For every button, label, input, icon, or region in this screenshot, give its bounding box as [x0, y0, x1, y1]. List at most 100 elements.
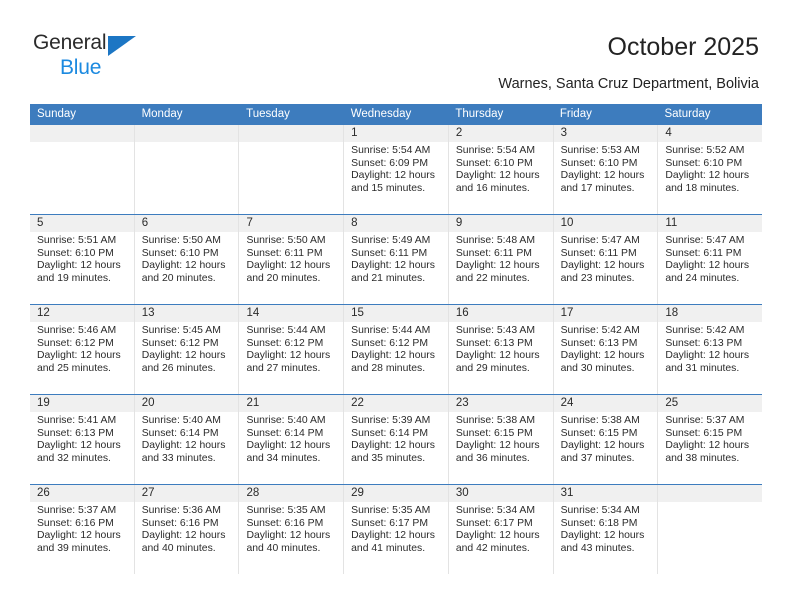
- sunrise-text: Sunrise: 5:48 AM: [455, 235, 536, 246]
- calendar-day-cell[interactable]: 2 Sunrise: 5:54 AM Sunset: 6:10 PM Daylight…: [448, 125, 554, 214]
- day-sun-info: Sunrise: 5:50 AM Sunset: 6:11 PM Daylight:…: [239, 232, 343, 285]
- page-subtitle: Warnes, Santa Cruz Department, Bolivia: [498, 76, 759, 92]
- calendar-day-cell[interactable]: 15 Sunrise: 5:44 AM Sunset: 6:12 PM Dayligh…: [344, 305, 449, 394]
- day-number: 14: [239, 305, 344, 322]
- calendar-day-cell[interactable]: 8 Sunrise: 5:49 AM Sunset: 6:11 PM Daylight…: [344, 215, 449, 304]
- sunset-text: Sunset: 6:10 PM: [141, 247, 219, 259]
- calendar-day-cell[interactable]: 30 Sunrise: 5:34 AM Sunset: 6:17 PM Dayligh…: [448, 485, 554, 574]
- calendar-day-cell[interactable]: 4 Sunrise: 5:52 AM Sunset: 6:10 PM Daylight…: [658, 125, 763, 214]
- calendar-day-cell[interactable]: 7 Sunrise: 5:50 AM Sunset: 6:11 PM Daylight…: [239, 215, 345, 304]
- calendar-day-cell[interactable]: 6 Sunrise: 5:50 AM Sunset: 6:10 PM Daylight…: [134, 215, 240, 304]
- calendar-day-cell[interactable]: 11 Sunrise: 5:47 AM Sunset: 6:11 PM Dayligh…: [658, 215, 763, 304]
- day-sun-info: Sunrise: 5:34 AM Sunset: 6:18 PM Daylight:…: [554, 502, 658, 555]
- calendar-day-cell[interactable]: 22 Sunrise: 5:39 AM Sunset: 6:14 PM Dayligh…: [344, 395, 449, 484]
- day-number: 7: [239, 215, 344, 232]
- weekday-header-monday: Monday: [141, 108, 183, 120]
- triangle-icon: [108, 36, 136, 56]
- daylight-text-line2: and 17 minutes.: [560, 182, 635, 194]
- day-sun-info: Sunrise: 5:37 AM Sunset: 6:15 PM Daylight:…: [658, 412, 762, 465]
- calendar-week-row: 26 Sunrise: 5:37 AM Sunset: 6:16 PM Dayligh…: [30, 484, 763, 574]
- calendar-day-cell[interactable]: 19 Sunrise: 5:41 AM Sunset: 6:13 PM Dayligh…: [30, 395, 135, 484]
- day-number: 3: [553, 125, 658, 142]
- calendar-day-cell-empty: [30, 125, 135, 214]
- calendar-day-cell[interactable]: 25 Sunrise: 5:37 AM Sunset: 6:15 PM Dayligh…: [658, 395, 763, 484]
- sunset-text: Sunset: 6:17 PM: [351, 517, 428, 529]
- sunrise-text: Sunrise: 5:42 AM: [560, 325, 640, 336]
- sunset-text: Sunset: 6:12 PM: [246, 337, 324, 349]
- calendar-day-cell[interactable]: 13 Sunrise: 5:45 AM Sunset: 6:12 PM Dayligh…: [134, 305, 240, 394]
- daylight-text-line1: Daylight: 12 hours: [455, 530, 540, 542]
- sunrise-text: Sunrise: 5:44 AM: [246, 325, 326, 336]
- day-sun-info: Sunrise: 5:35 AM Sunset: 6:16 PM Daylight:…: [239, 502, 343, 555]
- calendar-day-cell[interactable]: 9 Sunrise: 5:48 AM Sunset: 6:11 PM Daylight…: [448, 215, 554, 304]
- sunset-text: Sunset: 6:18 PM: [560, 517, 638, 529]
- day-number: 9: [448, 215, 553, 232]
- calendar-day-cell[interactable]: 10 Sunrise: 5:47 AM Sunset: 6:11 PM Dayligh…: [553, 215, 659, 304]
- day-number: 8: [344, 215, 448, 232]
- calendar-day-cell[interactable]: 24 Sunrise: 5:38 AM Sunset: 6:15 PM Dayligh…: [553, 395, 659, 484]
- calendar-day-cell[interactable]: 1 Sunrise: 5:54 AM Sunset: 6:09 PM Daylight…: [344, 125, 449, 214]
- daylight-text-line1: Daylight: 12 hours: [665, 170, 750, 182]
- page-title: October 2025: [607, 33, 760, 61]
- calendar-day-cell[interactable]: 20 Sunrise: 5:40 AM Sunset: 6:14 PM Dayligh…: [134, 395, 240, 484]
- daylight-text-line1: Daylight: 12 hours: [560, 260, 645, 272]
- calendar-day-cell[interactable]: 31 Sunrise: 5:34 AM Sunset: 6:18 PM Dayligh…: [553, 485, 659, 574]
- day-number: 17: [553, 305, 658, 322]
- day-number: [134, 125, 239, 142]
- calendar-day-cell[interactable]: 27 Sunrise: 5:36 AM Sunset: 6:16 PM Dayligh…: [134, 485, 240, 574]
- daylight-text-line2: and 22 minutes.: [455, 272, 530, 284]
- day-number: 19: [30, 395, 134, 412]
- daylight-text-line1: Daylight: 12 hours: [560, 530, 645, 542]
- sunset-text: Sunset: 6:11 PM: [351, 247, 428, 259]
- day-number: 4: [658, 125, 763, 142]
- calendar-day-cell[interactable]: 28 Sunrise: 5:35 AM Sunset: 6:16 PM Dayligh…: [239, 485, 345, 574]
- calendar-day-cell[interactable]: 5 Sunrise: 5:51 AM Sunset: 6:10 PM Daylight…: [30, 215, 135, 304]
- calendar-grid: Sunday Monday Tuesday Wednesday Thursday Frid…: [30, 104, 763, 574]
- daylight-text-line2: and 42 minutes.: [455, 542, 530, 554]
- calendar-day-cell[interactable]: 29 Sunrise: 5:35 AM Sunset: 6:17 PM Dayligh…: [344, 485, 449, 574]
- calendar-day-cell[interactable]: 3 Sunrise: 5:53 AM Sunset: 6:10 PM Daylight…: [553, 125, 659, 214]
- calendar-day-cell-empty: [134, 125, 240, 214]
- daylight-text-line2: and 15 minutes.: [351, 182, 426, 194]
- day-sun-info: Sunrise: 5:42 AM Sunset: 6:13 PM Daylight:…: [658, 322, 762, 375]
- daylight-text-line1: Daylight: 12 hours: [560, 170, 645, 182]
- daylight-text-line1: Daylight: 12 hours: [560, 440, 645, 452]
- calendar-day-cell[interactable]: 26 Sunrise: 5:37 AM Sunset: 6:16 PM Dayligh…: [30, 485, 135, 574]
- week-cells: 5 Sunrise: 5:51 AM Sunset: 6:10 PM Daylight…: [30, 215, 763, 304]
- calendar-day-cell[interactable]: 18 Sunrise: 5:42 AM Sunset: 6:13 PM Dayligh…: [658, 305, 763, 394]
- calendar-week-row: 19 Sunrise: 5:41 AM Sunset: 6:13 PM Dayligh…: [30, 394, 763, 484]
- day-number: 31: [553, 485, 658, 502]
- sunset-text: Sunset: 6:15 PM: [455, 427, 533, 439]
- generalblue-logo[interactable]: General Blue: [33, 31, 153, 79]
- daylight-text-line2: and 21 minutes.: [351, 272, 426, 284]
- calendar-day-cell[interactable]: 16 Sunrise: 5:43 AM Sunset: 6:13 PM Dayligh…: [448, 305, 554, 394]
- daylight-text-line1: Daylight: 12 hours: [246, 260, 331, 272]
- daylight-text-line2: and 31 minutes.: [665, 362, 740, 374]
- daylight-text-line1: Daylight: 12 hours: [246, 440, 331, 452]
- day-sun-info: Sunrise: 5:38 AM Sunset: 6:15 PM Daylight:…: [554, 412, 658, 465]
- day-number: 11: [658, 215, 763, 232]
- day-sun-info: Sunrise: 5:44 AM Sunset: 6:12 PM Daylight:…: [344, 322, 448, 375]
- daylight-text-line2: and 36 minutes.: [455, 452, 530, 464]
- calendar-day-cell[interactable]: 12 Sunrise: 5:46 AM Sunset: 6:12 PM Dayligh…: [30, 305, 135, 394]
- sunset-text: Sunset: 6:11 PM: [455, 247, 532, 259]
- sunrise-text: Sunrise: 5:43 AM: [455, 325, 536, 336]
- sunrise-text: Sunrise: 5:47 AM: [560, 235, 640, 246]
- day-sun-info: Sunrise: 5:38 AM Sunset: 6:15 PM Daylight:…: [449, 412, 553, 465]
- sunrise-text: Sunrise: 5:42 AM: [665, 325, 745, 336]
- calendar-day-cell[interactable]: 23 Sunrise: 5:38 AM Sunset: 6:15 PM Dayligh…: [448, 395, 554, 484]
- calendar-day-cell[interactable]: 17 Sunrise: 5:42 AM Sunset: 6:13 PM Dayligh…: [553, 305, 659, 394]
- sunrise-text: Sunrise: 5:46 AM: [37, 325, 117, 336]
- day-sun-info: Sunrise: 5:47 AM Sunset: 6:11 PM Daylight:…: [554, 232, 658, 285]
- sunrise-text: Sunrise: 5:39 AM: [351, 415, 431, 426]
- day-number: 21: [239, 395, 344, 412]
- sunset-text: Sunset: 6:12 PM: [141, 337, 219, 349]
- sunset-text: Sunset: 6:10 PM: [455, 157, 533, 169]
- daylight-text-line2: and 37 minutes.: [560, 452, 635, 464]
- day-sun-info: Sunrise: 5:51 AM Sunset: 6:10 PM Daylight:…: [30, 232, 134, 285]
- day-number: 25: [658, 395, 763, 412]
- calendar-day-cell[interactable]: 21 Sunrise: 5:40 AM Sunset: 6:14 PM Dayligh…: [239, 395, 345, 484]
- weekday-header-wednesday: Wednesday: [350, 108, 412, 120]
- daylight-text-line2: and 20 minutes.: [141, 272, 216, 284]
- calendar-day-cell[interactable]: 14 Sunrise: 5:44 AM Sunset: 6:12 PM Dayligh…: [239, 305, 345, 394]
